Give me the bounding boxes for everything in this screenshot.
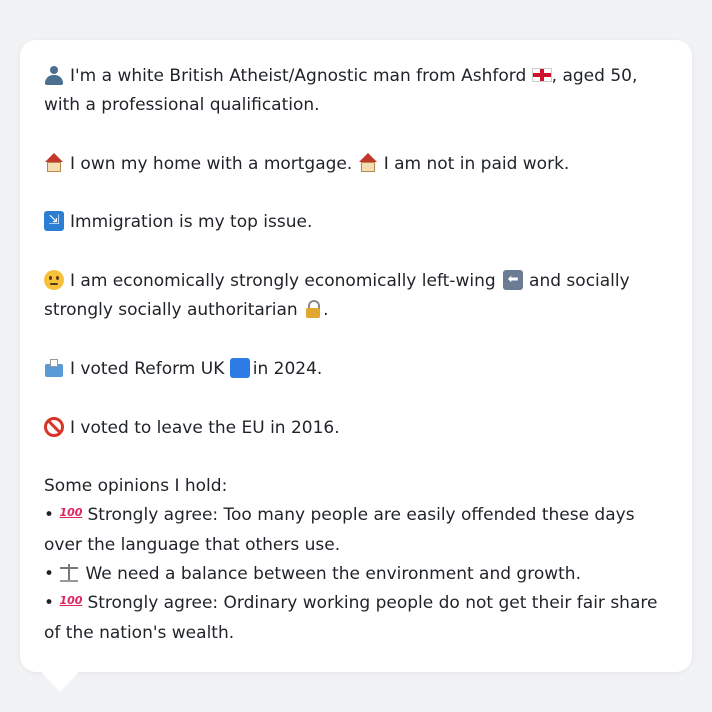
identity-line: I'm a white British Atheist/Agnostic man… xyxy=(44,62,668,121)
balance-scale-icon xyxy=(59,563,79,583)
prohibited-icon xyxy=(44,416,64,437)
hundred-points-icon: 100 xyxy=(59,506,83,520)
lock-icon xyxy=(303,299,323,319)
england-flag-icon xyxy=(531,68,552,82)
vote-year-text: in 2024. xyxy=(252,358,323,379)
passport-control-icon: ⇲ xyxy=(44,211,64,232)
thinking-face-icon xyxy=(44,270,64,291)
political-position-line: I am economically strongly economically … xyxy=(44,267,668,326)
opinion-item: • We need a balance between the environm… xyxy=(44,560,668,589)
blue-square-icon xyxy=(229,357,250,378)
opinion-text: We need a balance between the environmen… xyxy=(85,564,581,585)
opinion-text: Strongly agree: Too many people are easi… xyxy=(44,505,635,555)
house-icon xyxy=(358,152,378,173)
housing-line: I own my home with a mortgage. I am not … xyxy=(44,150,668,179)
bubble-tail xyxy=(40,671,80,692)
vote-text: I voted Reform UK xyxy=(70,358,225,379)
opinion-text: Strongly agree: Ordinary working people … xyxy=(44,593,658,643)
left-arrow-icon: ⬅ xyxy=(503,270,524,291)
hundred-points-icon: 100 xyxy=(59,594,83,608)
vote-2024-line: I voted Reform UK in 2024. xyxy=(44,355,668,384)
opinions-heading: Some opinions I hold: xyxy=(44,476,228,497)
position-end-text: . xyxy=(323,300,329,321)
top-issue-line: ⇲ Immigration is my top issue. xyxy=(44,208,668,237)
bullet: • xyxy=(44,505,55,526)
economic-text: I am economically strongly economically … xyxy=(70,271,496,292)
ballot-box-icon xyxy=(44,358,64,378)
opinion-item: • 100 Strongly agree: Too many people are… xyxy=(44,501,668,560)
house-icon xyxy=(44,152,64,173)
bust-in-silhouette-icon xyxy=(44,65,64,85)
bullet: • xyxy=(44,593,55,614)
identity-text: I'm a white British Atheist/Agnostic man… xyxy=(70,66,527,86)
profile-message-bubble: I'm a white British Atheist/Agnostic man… xyxy=(20,40,692,672)
bullet: • xyxy=(44,564,55,585)
eu-vote-line: I voted to leave the EU in 2016. xyxy=(44,414,668,443)
work-text: I am not in paid work. xyxy=(383,153,570,174)
home-text: I own my home with a mortgage. xyxy=(70,153,353,174)
opinion-item: • 100 Strongly agree: Ordinary working pe… xyxy=(44,589,668,648)
eu-text: I voted to leave the EU in 2016. xyxy=(70,417,340,438)
issue-text: Immigration is my top issue. xyxy=(70,212,313,233)
